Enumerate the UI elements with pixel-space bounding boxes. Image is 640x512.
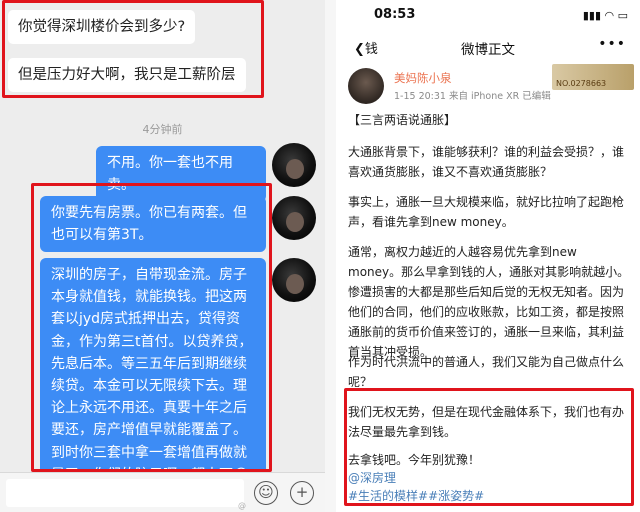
avatar[interactable] — [272, 196, 316, 240]
chat-timestamp: 4分钟前 — [142, 123, 183, 136]
status-icons: ▮▮▮ ◠ ▭ — [582, 9, 628, 22]
hashtag-link[interactable]: #生活的模样##涨姿势# — [348, 486, 630, 506]
avatar[interactable] — [348, 68, 384, 104]
message-input[interactable] — [6, 479, 244, 507]
chat-message-outgoing: 深圳的房子，自带现金流。房子本身就值钱，就能换钱。把这两套以jyd房式抵押出去，… — [40, 258, 266, 493]
chat-message-incoming: 但是压力好大啊，我只是工薪阶层 — [8, 58, 246, 92]
status-time: 08:53 — [374, 7, 416, 22]
watermark: @ — [238, 501, 246, 510]
avatar[interactable] — [272, 143, 316, 187]
chat-input-bar: ☺ + — [0, 472, 325, 512]
avatar[interactable] — [272, 258, 316, 302]
page-title: 微博正文 — [461, 42, 515, 58]
post-paragraph: 作为时代洪流中的普通人，我们又能为自己做点什么呢？ — [348, 355, 625, 389]
fan-badge: NO.0278663 — [552, 64, 634, 90]
post-paragraph: 去拿钱吧。今年别犹豫！ — [348, 453, 481, 467]
post-meta: 1-15 20:31 来自 iPhone XR 已编辑 — [394, 91, 551, 102]
smile-icon[interactable]: ☺ — [254, 481, 278, 505]
weibo-panel: 08:53 ▮▮▮ ◠ ▭ ❮钱 微博正文 ••• 美妈陈小泉 1-15 20:… — [336, 0, 640, 512]
panel-divider — [325, 0, 336, 512]
chat-message-outgoing: 你要先有房票。你已有两套。但也可以有第3T。 — [40, 196, 266, 252]
chat-message-incoming: 你觉得深圳楼价会到多少? — [8, 10, 196, 44]
more-button[interactable]: ••• — [598, 36, 626, 52]
plus-icon[interactable]: + — [290, 481, 314, 505]
mention-link[interactable]: @深房理 — [348, 468, 630, 488]
post-paragraph: 事实上，通胀一旦大规模来临，就好比拉响了起跑枪声，看谁先拿到new money。 — [348, 195, 625, 229]
post-paragraph: 大通胀背景下，谁能够获利？谁的利益会受损？，谁喜欢通货膨胀，谁又不喜欢通货膨胀？ — [348, 145, 625, 179]
post-title: 【三言两语说通胀】 — [348, 113, 457, 127]
username-link[interactable]: 美妈陈小泉 — [394, 70, 452, 86]
post-paragraph: 通常，离权力越近的人越容易优先拿到new money。那么早拿到钱的人，通胀对其… — [348, 245, 630, 359]
chat-message-outgoing: 不用。你一套也不用卖。 — [96, 146, 266, 202]
chat-panel: 你觉得深圳楼价会到多少? 但是压力好大啊，我只是工薪阶层 4分钟前 不用。你一套… — [0, 0, 325, 512]
status-bar: 08:53 ▮▮▮ ◠ ▭ — [336, 0, 640, 34]
post-paragraph: 我们无权无势，但是在现代金融体系下，我们也有办法尽量最先拿到钱。 — [348, 405, 625, 439]
